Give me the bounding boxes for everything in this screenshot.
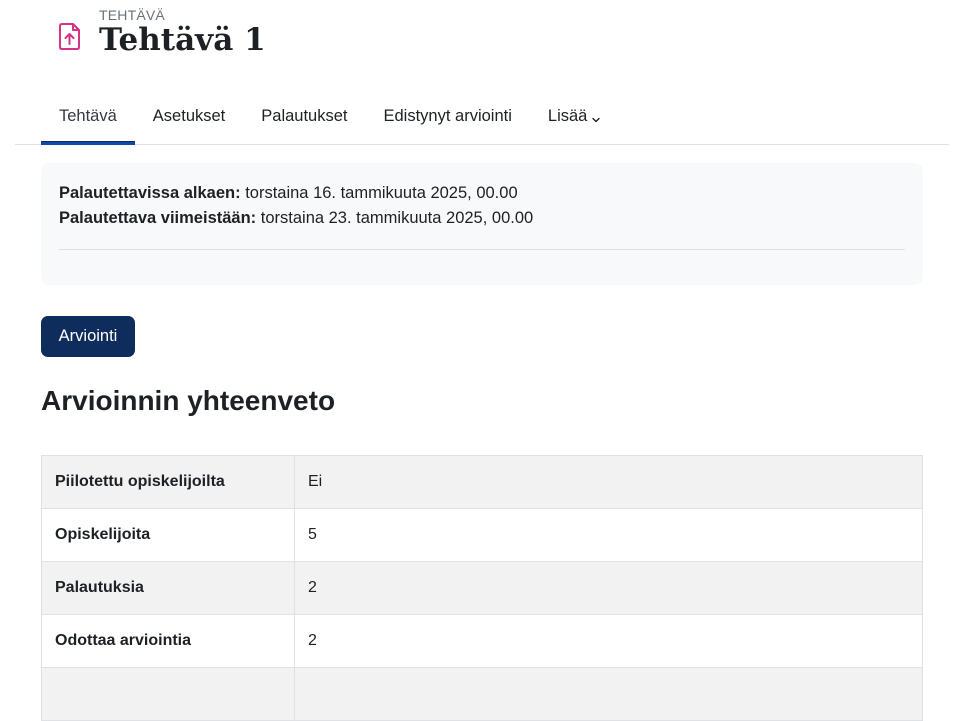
secondary-navigation: Tehtävä Asetukset Palautukset Edistynyt … xyxy=(15,88,949,145)
row-label: Palautuksia xyxy=(41,561,295,615)
tab-label: Palautukset xyxy=(261,106,348,125)
grade-button[interactable]: Arviointi xyxy=(41,316,135,357)
row-value xyxy=(294,667,923,721)
divider xyxy=(59,249,905,250)
opened-date-value: torstaina 16. tammikuuta 2025, 00.00 xyxy=(245,184,518,202)
assignment-upload-icon xyxy=(57,20,83,52)
row-value: 2 xyxy=(294,561,923,615)
table-row: Odottaa arviointia 2 xyxy=(41,614,923,668)
tab-advanced-grading[interactable]: Edistynyt arviointi xyxy=(366,88,530,144)
opened-date-label: Palautettavissa alkaen: xyxy=(59,184,241,202)
activity-header: TEHTÄVÄ Tehtävä 1 xyxy=(57,6,557,66)
activity-dates: Palautettavissa alkaen: torstaina 16. ta… xyxy=(41,163,923,285)
row-value: 5 xyxy=(294,508,923,562)
row-label: Piilotettu opiskelijoilta xyxy=(41,455,295,509)
nav-tabs: Tehtävä Asetukset Palautukset Edistynyt … xyxy=(41,88,619,145)
tab-settings[interactable]: Asetukset xyxy=(135,88,243,144)
tab-label: Lisää xyxy=(547,106,588,125)
row-value: Ei xyxy=(294,455,923,509)
tab-submissions[interactable]: Palautukset xyxy=(243,88,365,144)
tab-label: Tehtävä xyxy=(59,106,117,125)
row-label xyxy=(41,667,295,721)
table-row: Piilotettu opiskelijoilta Ei xyxy=(41,455,923,509)
page-title: Tehtävä 1 xyxy=(99,22,266,58)
due-date-value: torstaina 23. tammikuuta 2025, 00.00 xyxy=(260,209,534,227)
tab-label: Edistynyt arviointi xyxy=(383,106,512,125)
tab-label: Asetukset xyxy=(152,106,226,125)
due-date-label: Palautettava viimeistään: xyxy=(59,209,257,227)
row-value: 2 xyxy=(294,614,923,668)
grading-summary-table: Piilotettu opiskelijoilta Ei Opiskelijoi… xyxy=(41,455,923,721)
chevron-down-icon xyxy=(591,111,601,123)
tab-more-dropdown[interactable]: Lisää xyxy=(530,88,619,144)
table-row: Palautuksia 2 xyxy=(41,561,923,615)
due-date: Palautettava viimeistään: torstaina 23. … xyxy=(59,209,533,228)
module-type-label: TEHTÄVÄ xyxy=(99,7,165,23)
table-row: Opiskelijoita 5 xyxy=(41,508,923,562)
row-label: Odottaa arviointia xyxy=(41,614,295,668)
table-row xyxy=(41,667,923,721)
opened-date: Palautettavissa alkaen: torstaina 16. ta… xyxy=(59,184,518,203)
row-label: Opiskelijoita xyxy=(41,508,295,562)
tab-assignment[interactable]: Tehtävä xyxy=(41,88,135,145)
grading-summary-heading: Arvioinnin yhteenveto xyxy=(41,385,336,416)
